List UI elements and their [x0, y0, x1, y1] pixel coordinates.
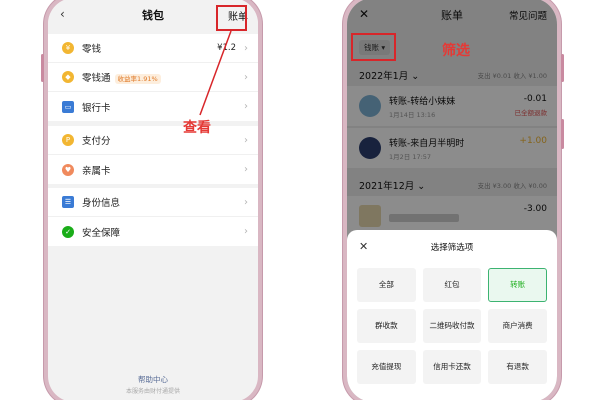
annotation-filter: 筛选	[442, 43, 470, 59]
filter-chip-highlight	[351, 33, 396, 61]
sheet-title: 选择筛选项	[430, 243, 474, 253]
filter-option[interactable]: 充值提现	[357, 350, 416, 384]
close-icon[interactable]: ✕	[359, 240, 368, 253]
filter-option[interactable]: 群收款	[357, 309, 416, 343]
annotation-view: 查看	[183, 120, 211, 136]
filter-option[interactable]: 红包	[422, 268, 482, 302]
filter-option[interactable]: 信用卡还款	[422, 350, 482, 384]
phone-side-button	[561, 119, 564, 149]
filter-option[interactable]: 二维码收付款	[422, 309, 482, 343]
filter-option-selected[interactable]: 转账	[488, 268, 547, 302]
filter-option[interactable]: 有退款	[488, 350, 547, 384]
filter-sheet: ✕ 选择筛选项 全部 红包 转账 群收款 二维码收付款 商户消费 充值提现 信用…	[347, 230, 557, 400]
filter-option[interactable]: 商户消费	[488, 309, 547, 343]
annotation-arrow-left	[199, 30, 232, 116]
phone-side-button	[561, 54, 564, 82]
filter-options-grid: 全部 红包 转账 群收款 二维码收付款 商户消费 充值提现 信用卡还款 有退款	[357, 268, 547, 384]
canvas: ‹ 钱包 账单 ¥ 零钱 ¥1.2 › ◆ 零钱通 收益率1.91% › ▭ 银…	[0, 0, 600, 400]
sheet-header: ✕ 选择筛选项	[347, 230, 557, 264]
filter-option[interactable]: 全部	[357, 268, 416, 302]
